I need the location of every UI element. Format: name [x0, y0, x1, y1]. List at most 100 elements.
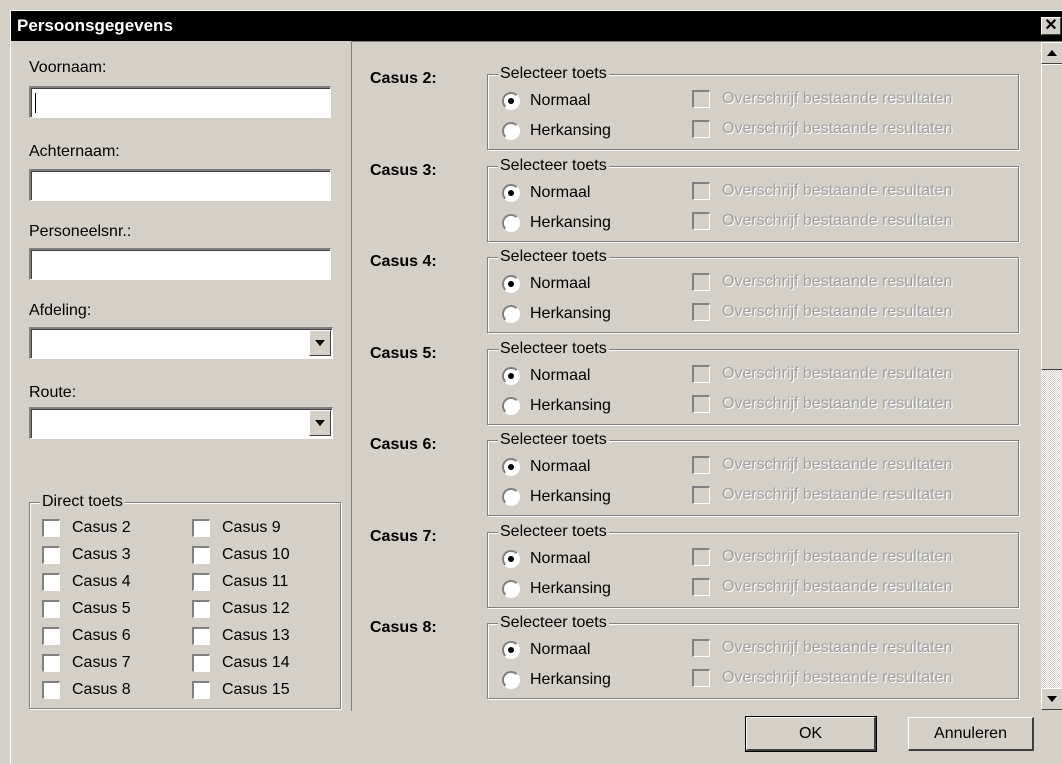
afdeling-dropdown-button[interactable]	[309, 330, 331, 356]
voornaam-label: Voornaam:	[29, 59, 107, 76]
herkansing-radio[interactable]: Herkansing	[502, 671, 611, 689]
direct-toets-checkbox[interactable]: Casus 14	[192, 654, 290, 672]
radio-button-icon[interactable]	[502, 579, 520, 598]
direct-toets-checkbox[interactable]: Casus 5	[42, 600, 131, 618]
checkbox-box	[692, 364, 710, 383]
casus-label: Casus 7:	[370, 527, 437, 545]
herkansing-radio[interactable]: Herkansing	[502, 579, 611, 598]
overschrijf-herkansing-checkbox: Overschrijf bestaande resultaten	[692, 120, 952, 138]
checkbox-box[interactable]	[42, 573, 60, 591]
checkbox-box[interactable]	[42, 600, 60, 618]
selecteer-toets-group: Selecteer toets Normaal Herkansing Overschr…	[487, 431, 1019, 516]
checkbox-box[interactable]	[192, 519, 210, 537]
overschrijf-herkansing-checkbox: Overschrijf bestaande resultaten	[692, 303, 952, 321]
afdeling-select[interactable]	[29, 327, 333, 359]
checkbox-box[interactable]	[42, 546, 60, 564]
route-select[interactable]	[29, 407, 333, 439]
title-bar[interactable]: Persoonsgegevens ✕	[11, 11, 1062, 41]
route-dropdown-button[interactable]	[309, 410, 331, 436]
direct-toets-checkbox[interactable]: Casus 10	[192, 546, 290, 564]
checkbox-box[interactable]	[42, 519, 60, 537]
direct-toets-checkbox[interactable]: Casus 13	[192, 627, 290, 645]
radio-button-icon[interactable]	[502, 183, 520, 202]
radio-button-icon[interactable]	[502, 366, 520, 385]
radio-button-icon[interactable]	[502, 641, 520, 659]
checkbox-box[interactable]	[192, 654, 210, 672]
radio-button-icon[interactable]	[502, 396, 520, 415]
scroll-down-button[interactable]	[1041, 688, 1062, 710]
chevron-down-icon	[315, 420, 325, 426]
direct-toets-checkbox[interactable]: Casus 8	[42, 681, 131, 699]
direct-toets-checkbox[interactable]: Casus 15	[192, 681, 290, 699]
radio-button-icon[interactable]	[502, 671, 520, 689]
checkbox-label: Casus 13	[222, 627, 290, 644]
normaal-label: Normaal	[530, 92, 591, 109]
overschrijf-label: Overschrijf bestaande resultaten	[722, 120, 953, 137]
direct-toets-checkbox[interactable]: Casus 3	[42, 546, 131, 564]
herkansing-radio[interactable]: Herkansing	[502, 122, 611, 140]
overschrijf-label: Overschrijf bestaande resultaten	[722, 669, 953, 686]
casus-section: Casus 3: Selecteer toets Normaal Herkansing…	[352, 156, 1042, 252]
achternaam-input[interactable]	[29, 169, 331, 201]
overschrijf-herkansing-checkbox: Overschrijf bestaande resultaten	[692, 577, 952, 596]
direct-toets-checkbox[interactable]: Casus 4	[42, 573, 131, 591]
checkbox-box[interactable]	[42, 681, 60, 699]
herkansing-label: Herkansing	[530, 122, 611, 139]
checkbox-box[interactable]	[192, 681, 210, 699]
checkbox-label: Casus 2	[72, 519, 131, 536]
radio-button-icon[interactable]	[502, 488, 520, 506]
checkbox-box[interactable]	[42, 654, 60, 672]
ok-button[interactable]: OK	[745, 716, 877, 752]
normaal-radio[interactable]: Normaal	[502, 92, 590, 110]
normaal-radio[interactable]: Normaal	[502, 275, 590, 293]
checkbox-box[interactable]	[192, 546, 210, 564]
direct-toets-checkbox[interactable]: Casus 6	[42, 627, 131, 645]
herkansing-radio[interactable]: Herkansing	[502, 396, 611, 415]
checkbox-box	[692, 669, 710, 687]
normaal-radio[interactable]: Normaal	[502, 641, 590, 659]
herkansing-radio[interactable]: Herkansing	[502, 305, 611, 323]
close-button[interactable]: ✕	[1041, 17, 1061, 35]
radio-button-icon[interactable]	[502, 275, 520, 293]
casus-label: Casus 6:	[370, 436, 437, 453]
personeelsnr-input[interactable]	[29, 248, 331, 280]
checkbox-label: Casus 7	[72, 654, 131, 671]
selecteer-toets-title: Selecteer toets	[498, 522, 609, 541]
normaal-radio[interactable]: Normaal	[502, 458, 590, 476]
radio-button-icon[interactable]	[502, 305, 520, 323]
radio-button-icon[interactable]	[502, 213, 520, 232]
selecteer-toets-title: Selecteer toets	[498, 248, 609, 266]
radio-button-icon[interactable]	[502, 92, 520, 110]
normaal-radio[interactable]: Normaal	[502, 549, 590, 568]
overschrijf-label: Overschrijf bestaande resultaten	[722, 486, 953, 503]
checkbox-box	[692, 547, 710, 566]
cancel-button[interactable]: Annuleren	[908, 717, 1034, 751]
direct-toets-checkbox[interactable]: Casus 12	[192, 600, 290, 618]
direct-toets-checkbox[interactable]: Casus 2	[42, 519, 131, 537]
casus-section: Casus 2: Selecteer toets Normaal Herkansing…	[352, 65, 1042, 160]
chevron-down-icon	[1047, 696, 1057, 702]
checkbox-box[interactable]	[192, 627, 210, 645]
scroll-up-button[interactable]	[1041, 42, 1062, 64]
radio-button-icon[interactable]	[502, 549, 520, 568]
checkbox-label: Casus 15	[222, 681, 290, 698]
radio-selected-dot	[508, 464, 514, 470]
radio-button-icon[interactable]	[502, 458, 520, 476]
radio-selected-dot	[508, 281, 514, 287]
direct-toets-checkbox[interactable]: Casus 11	[192, 573, 288, 591]
checkbox-box[interactable]	[192, 600, 210, 618]
herkansing-radio[interactable]: Herkansing	[502, 488, 611, 506]
scrollbar-thumb[interactable]	[1041, 64, 1062, 370]
herkansing-radio[interactable]: Herkansing	[502, 213, 611, 232]
vertical-scrollbar[interactable]	[1041, 42, 1062, 710]
checkbox-box[interactable]	[192, 573, 210, 591]
direct-toets-checkbox[interactable]: Casus 9	[192, 519, 281, 537]
route-label: Route:	[29, 384, 77, 401]
normaal-radio[interactable]: Normaal	[502, 366, 590, 385]
voornaam-input[interactable]	[29, 86, 331, 118]
checkbox-box[interactable]	[42, 627, 60, 645]
radio-button-icon[interactable]	[502, 122, 520, 140]
direct-toets-checkbox[interactable]: Casus 7	[42, 654, 131, 672]
normaal-radio[interactable]: Normaal	[502, 183, 590, 202]
selecteer-toets-title: Selecteer toets	[498, 156, 609, 175]
